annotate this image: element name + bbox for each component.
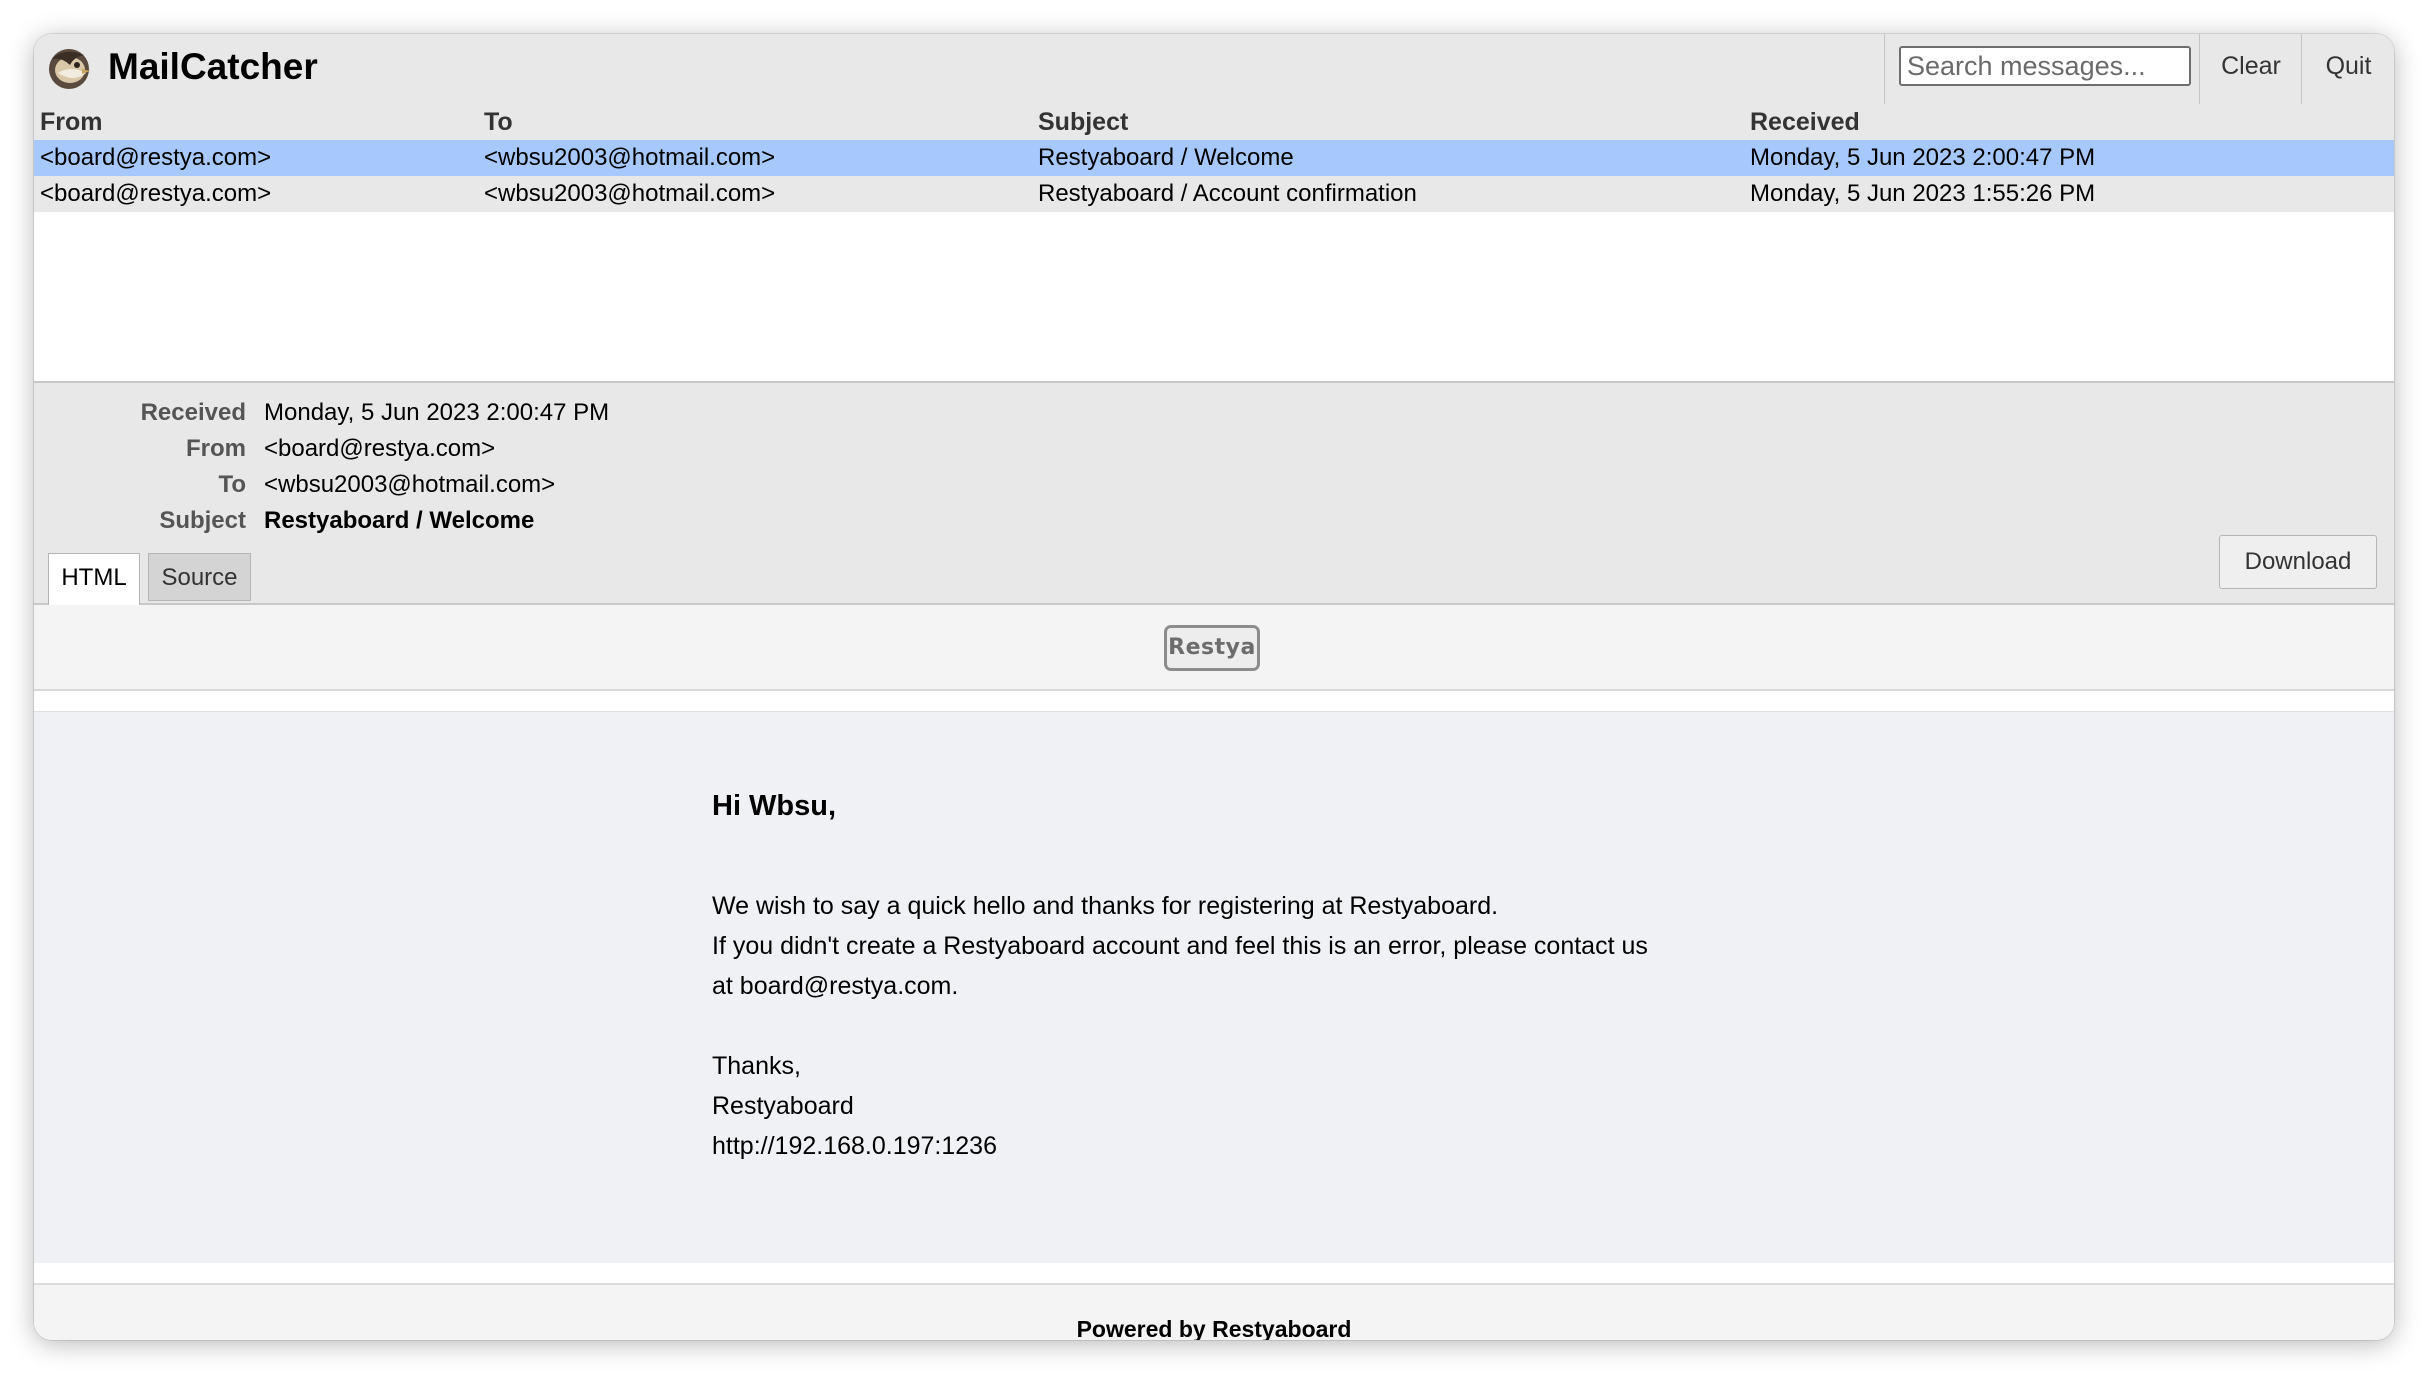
meta-from-label: From [186, 435, 246, 462]
meta-subject-value: Restyaboard / Welcome [264, 507, 535, 534]
email-line: If you didn't create a Restyaboard accou… [712, 932, 1648, 960]
message-from: <board@restya.com> [40, 180, 272, 207]
column-received[interactable]: Received [1750, 104, 1860, 140]
message-list-header: From To Subject Received [34, 104, 2394, 140]
message-subject: Restyaboard / Welcome [1038, 144, 1294, 171]
email-preview: Restya Hi Wbsu, We wish to say a quick h… [34, 605, 2394, 1340]
meta-subject-row: Subject Restyaboard / Welcome [34, 503, 934, 539]
email-signoff: Thanks, [712, 1052, 801, 1080]
message-row[interactable]: <board@restya.com> <wbsu2003@hotmail.com… [34, 176, 2394, 212]
message-subject: Restyaboard / Account confirmation [1038, 180, 1417, 207]
mailcatcher-window: MailCatcher Clear Quit From To Subject R… [34, 34, 2394, 1340]
meta-to-value: <wbsu2003@hotmail.com> [264, 471, 556, 498]
column-subject[interactable]: Subject [1038, 104, 1128, 140]
clear-button[interactable]: Clear [2199, 34, 2302, 104]
meta-received-value: Monday, 5 Jun 2023 2:00:47 PM [264, 399, 610, 426]
app-title: MailCatcher [108, 46, 318, 87]
email-content: Hi Wbsu, We wish to say a quick hello an… [34, 711, 2394, 1264]
message-metadata: Received Monday, 5 Jun 2023 2:00:47 PM F… [34, 383, 2394, 605]
column-from[interactable]: From [40, 104, 103, 140]
mailcatcher-logo-icon [49, 49, 90, 89]
restya-logo: Restya [1164, 625, 1260, 671]
email-header: Restya [34, 605, 2394, 691]
quit-button[interactable]: Quit [2301, 34, 2394, 104]
email-line: at board@restya.com. [712, 972, 959, 1000]
powered-by-text: Powered by Restyaboard [1076, 1316, 1352, 1340]
meta-to-label: To [218, 471, 246, 498]
meta-received-label: Received [140, 399, 246, 426]
meta-received-row: Received Monday, 5 Jun 2023 2:00:47 PM [34, 395, 934, 431]
spacer [34, 1263, 2394, 1283]
email-signature: Restyaboard [712, 1092, 854, 1120]
email-url: http://192.168.0.197:1236 [712, 1132, 997, 1160]
message-received: Monday, 5 Jun 2023 1:55:26 PM [1750, 180, 2096, 207]
meta-from-row: From <board@restya.com> [34, 431, 934, 467]
message-from: <board@restya.com> [40, 144, 272, 171]
email-footer: Powered by Restyaboard [34, 1283, 2394, 1340]
email-line: We wish to say a quick hello and thanks … [712, 892, 1499, 920]
spacer [34, 691, 2394, 711]
search-area [1884, 34, 2200, 104]
meta-subject-label: Subject [159, 507, 246, 534]
message-to: <wbsu2003@hotmail.com> [484, 144, 776, 171]
tab-source[interactable]: Source [148, 553, 251, 601]
download-button[interactable]: Download [2219, 535, 2377, 589]
meta-to-row: To <wbsu2003@hotmail.com> [34, 467, 934, 503]
message-row-selected[interactable]: <board@restya.com> <wbsu2003@hotmail.com… [34, 140, 2394, 176]
column-to[interactable]: To [484, 104, 513, 140]
email-greeting: Hi Wbsu, [712, 790, 837, 822]
meta-from-value: <board@restya.com> [264, 435, 496, 462]
search-input[interactable] [1899, 46, 2191, 86]
message-received: Monday, 5 Jun 2023 2:00:47 PM [1750, 144, 2096, 171]
app-header: MailCatcher Clear Quit [34, 34, 2394, 105]
message-to: <wbsu2003@hotmail.com> [484, 180, 776, 207]
message-list: From To Subject Received <board@restya.c… [34, 104, 2394, 383]
tab-html[interactable]: HTML [48, 553, 140, 605]
